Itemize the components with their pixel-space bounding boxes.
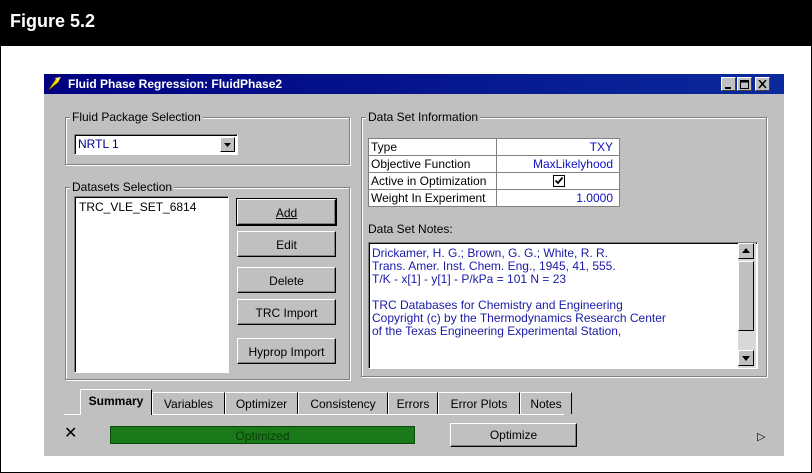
datasets-group-label: Datasets Selection <box>70 180 175 194</box>
dataset-info-group-label: Data Set Information <box>366 110 481 124</box>
dataset-notes-text: Drickamer, H. G.; Brown, G. G.; White, R… <box>372 247 666 338</box>
active-in-optimization-checkbox[interactable] <box>553 175 565 187</box>
fluid-package-select[interactable]: NRTL 1 <box>74 134 238 155</box>
tab-error-plots[interactable]: Error Plots <box>438 392 520 414</box>
figure-header: Figure 5.2 <box>0 0 812 46</box>
add-button[interactable]: Add <box>236 198 337 226</box>
edit-button[interactable]: Edit <box>237 231 336 257</box>
hyprop-import-button[interactable]: Hyprop Import <box>237 338 336 364</box>
optimize-button[interactable]: Optimize <box>450 423 577 447</box>
objective-function-label: Objective Function <box>368 155 497 173</box>
notes-line: T/K - x[1] - y[1] - P/kPa = 101 N = 23 <box>372 272 567 286</box>
progress-text: Optimized <box>235 429 290 443</box>
maximize-icon <box>740 80 749 89</box>
chevron-down-icon <box>224 143 231 147</box>
tab-summary[interactable]: Summary <box>80 389 152 415</box>
fluid-phase-regression-window: Fluid Phase Regression: FluidPhase2 Flui… <box>44 74 784 456</box>
scroll-down-button[interactable] <box>738 350 754 366</box>
active-in-optimization-cell <box>496 172 620 190</box>
window-title-bar[interactable]: Fluid Phase Regression: FluidPhase2 <box>44 74 784 94</box>
chevron-up-icon <box>742 248 750 253</box>
notes-line: of the Texas Engineering Experimental St… <box>372 324 622 338</box>
notes-scrollbar[interactable] <box>738 243 756 368</box>
maximize-button[interactable] <box>737 77 752 91</box>
tab-consistency[interactable]: Consistency <box>298 392 388 414</box>
expand-arrow-icon[interactable]: ▷ <box>757 430 765 443</box>
objective-function-value[interactable]: MaxLikelyhood <box>496 155 620 173</box>
tab-variables[interactable]: Variables <box>152 392 225 414</box>
check-icon <box>554 176 564 185</box>
dataset-notes-label: Data Set Notes: <box>368 222 453 236</box>
weight-in-experiment-value[interactable]: 1.0000 <box>496 189 620 207</box>
type-value[interactable]: TXY <box>496 138 620 156</box>
chevron-down-icon <box>742 356 750 361</box>
fluid-package-group-label: Fluid Package Selection <box>70 110 203 124</box>
figure-title: Figure 5.2 <box>10 11 96 31</box>
optimization-progress-bar: Optimized <box>110 426 415 444</box>
fluid-package-value: NRTL 1 <box>78 137 119 151</box>
datasets-list[interactable]: TRC_VLE_SET_6814 <box>74 196 229 373</box>
tab-errors[interactable]: Errors <box>388 392 438 414</box>
tab-optimizer[interactable]: Optimizer <box>225 392 298 414</box>
scroll-up-button[interactable] <box>738 243 754 259</box>
list-item[interactable]: TRC_VLE_SET_6814 <box>79 200 196 214</box>
close-icon[interactable]: ✕ <box>64 423 77 443</box>
dropdown-arrow-button[interactable] <box>220 137 235 152</box>
close-button[interactable] <box>755 77 770 91</box>
active-in-optimization-label: Active in Optimization <box>368 172 497 190</box>
dataset-notes-box[interactable]: Drickamer, H. G.; Brown, G. G.; White, R… <box>368 242 758 369</box>
minimize-button[interactable] <box>721 77 736 91</box>
close-icon <box>758 80 767 89</box>
window-title: Fluid Phase Regression: FluidPhase2 <box>68 77 283 91</box>
delete-button[interactable]: Delete <box>237 267 336 293</box>
weight-in-experiment-label: Weight In Experiment <box>368 189 497 207</box>
minimize-icon <box>725 87 731 89</box>
type-label: Type <box>368 138 497 156</box>
trc-import-button[interactable]: TRC Import <box>237 299 336 325</box>
fluid-regression-icon <box>47 77 61 92</box>
scroll-thumb[interactable] <box>738 261 754 331</box>
tab-notes[interactable]: Notes <box>520 392 572 414</box>
